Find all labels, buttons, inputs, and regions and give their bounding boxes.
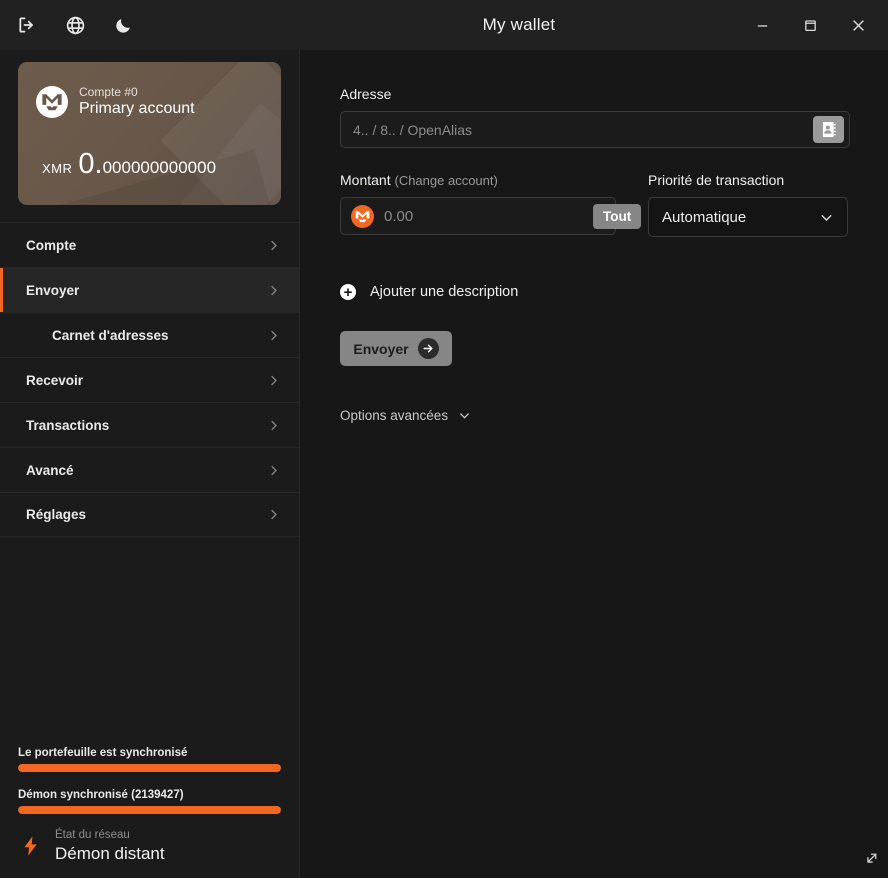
account-card[interactable]: Compte #0 Primary account XMR 0. 0000000… bbox=[18, 62, 281, 205]
balance-currency: XMR bbox=[42, 161, 73, 177]
sidebar-item-avance[interactable]: Avancé bbox=[0, 447, 299, 492]
send-button-label: Envoyer bbox=[353, 340, 409, 357]
balance-integer: 0. bbox=[78, 148, 103, 181]
sidebar-item-reglages[interactable]: Réglages bbox=[0, 492, 299, 537]
daemon-sync-status: Démon synchronisé (2139427) bbox=[18, 789, 281, 815]
chevron-down-icon bbox=[457, 408, 472, 423]
send-button[interactable]: Envoyer bbox=[340, 331, 452, 366]
chevron-right-icon bbox=[266, 507, 281, 522]
amount-input[interactable] bbox=[374, 198, 593, 234]
title-bar: My wallet bbox=[0, 0, 888, 50]
priority-column: Priorité de transaction Automatique bbox=[648, 172, 848, 237]
advanced-options-label: Options avancées bbox=[340, 408, 449, 423]
moon-icon[interactable] bbox=[110, 12, 136, 38]
sidebar-item-label: Carnet d'adresses bbox=[52, 327, 169, 343]
sidebar-nav: Compte Envoyer Carnet d'adresses Recevoi… bbox=[0, 222, 299, 537]
plus-icon: + bbox=[340, 284, 356, 300]
network-status[interactable]: État du réseau Démon distant bbox=[18, 828, 281, 864]
close-icon[interactable] bbox=[834, 0, 882, 50]
amount-label-text: Montant bbox=[340, 172, 391, 188]
window-title: My wallet bbox=[482, 15, 556, 34]
lightning-bolt-icon bbox=[20, 833, 42, 859]
amount-field[interactable]: Tout bbox=[340, 197, 642, 235]
sidebar-item-compte[interactable]: Compte bbox=[0, 222, 299, 267]
sidebar-item-carnet-d-adresses[interactable]: Carnet d'adresses bbox=[0, 312, 299, 357]
amount-label: Montant (Change account) bbox=[340, 172, 616, 188]
network-status-value: Démon distant bbox=[55, 843, 165, 863]
network-status-caption: État du réseau bbox=[55, 829, 130, 842]
account-number: Compte #0 bbox=[79, 85, 138, 99]
daemon-sync-progressbar bbox=[18, 806, 281, 815]
add-description-label: Ajouter une description bbox=[370, 284, 519, 300]
title-bar-left-icons bbox=[0, 0, 300, 50]
maximize-icon[interactable] bbox=[786, 0, 834, 50]
sidebar-item-label: Compte bbox=[26, 237, 77, 253]
amount-priority-row: Montant (Change account) Tout Priorité d… bbox=[340, 172, 850, 237]
monero-logo-icon bbox=[351, 204, 374, 228]
priority-label: Priorité de transaction bbox=[648, 172, 785, 188]
max-amount-button[interactable]: Tout bbox=[593, 203, 642, 229]
globe-icon[interactable] bbox=[62, 12, 88, 38]
sidebar: Compte #0 Primary account XMR 0. 0000000… bbox=[0, 50, 300, 878]
balance-decimals: 000000000000 bbox=[102, 158, 217, 178]
account-name: Primary account bbox=[79, 99, 195, 117]
chevron-right-icon bbox=[266, 238, 281, 253]
priority-selected-value: Automatique bbox=[662, 208, 747, 226]
sidebar-item-label: Réglages bbox=[26, 507, 87, 522]
sidebar-item-envoyer[interactable]: Envoyer bbox=[0, 267, 299, 312]
sidebar-item-label: Envoyer bbox=[26, 282, 80, 298]
sync-status-block: Le portefeuille est synchronisé Démon sy… bbox=[0, 747, 299, 878]
amount-column: Montant (Change account) Tout bbox=[340, 172, 642, 237]
window-controls bbox=[738, 0, 888, 50]
chevron-right-icon bbox=[266, 418, 281, 433]
priority-select[interactable]: Automatique bbox=[648, 197, 848, 237]
add-description-button[interactable]: + Ajouter une description bbox=[340, 284, 518, 300]
minimize-icon[interactable] bbox=[738, 0, 786, 50]
chevron-right-icon bbox=[266, 463, 281, 478]
main-content: Adresse Montant (Change account) bbox=[301, 50, 888, 878]
sidebar-item-label: Transactions bbox=[26, 417, 110, 433]
chevron-right-icon bbox=[266, 328, 281, 343]
logout-icon[interactable] bbox=[14, 12, 40, 38]
wallet-sync-label: Le portefeuille est synchronisé bbox=[18, 747, 188, 760]
chevron-right-icon bbox=[266, 373, 281, 388]
sidebar-item-label: Avancé bbox=[26, 462, 74, 478]
arrow-right-icon bbox=[417, 338, 439, 359]
account-balance: XMR 0. 000000000000 bbox=[18, 118, 281, 181]
chevron-right-icon bbox=[266, 283, 281, 298]
advanced-options-toggle[interactable]: Options avancées bbox=[340, 408, 472, 423]
address-field[interactable] bbox=[340, 111, 850, 148]
sidebar-item-label: Recevoir bbox=[26, 372, 84, 388]
chevron-down-icon bbox=[818, 209, 835, 226]
monero-logo-icon bbox=[36, 86, 68, 119]
daemon-sync-label: Démon synchronisé (2139427) bbox=[18, 789, 184, 802]
sidebar-item-recevoir[interactable]: Recevoir bbox=[0, 357, 299, 402]
wallet-sync-progressbar bbox=[18, 764, 281, 773]
address-input[interactable] bbox=[341, 112, 813, 147]
wallet-sync-status: Le portefeuille est synchronisé bbox=[18, 747, 281, 773]
sidebar-item-transactions[interactable]: Transactions bbox=[0, 402, 299, 447]
change-account-link[interactable]: (Change account) bbox=[394, 173, 497, 188]
address-label: Adresse bbox=[340, 86, 392, 102]
address-book-icon[interactable] bbox=[813, 116, 844, 143]
window-title-area: My wallet bbox=[300, 0, 738, 50]
resize-handle[interactable] bbox=[863, 850, 880, 872]
